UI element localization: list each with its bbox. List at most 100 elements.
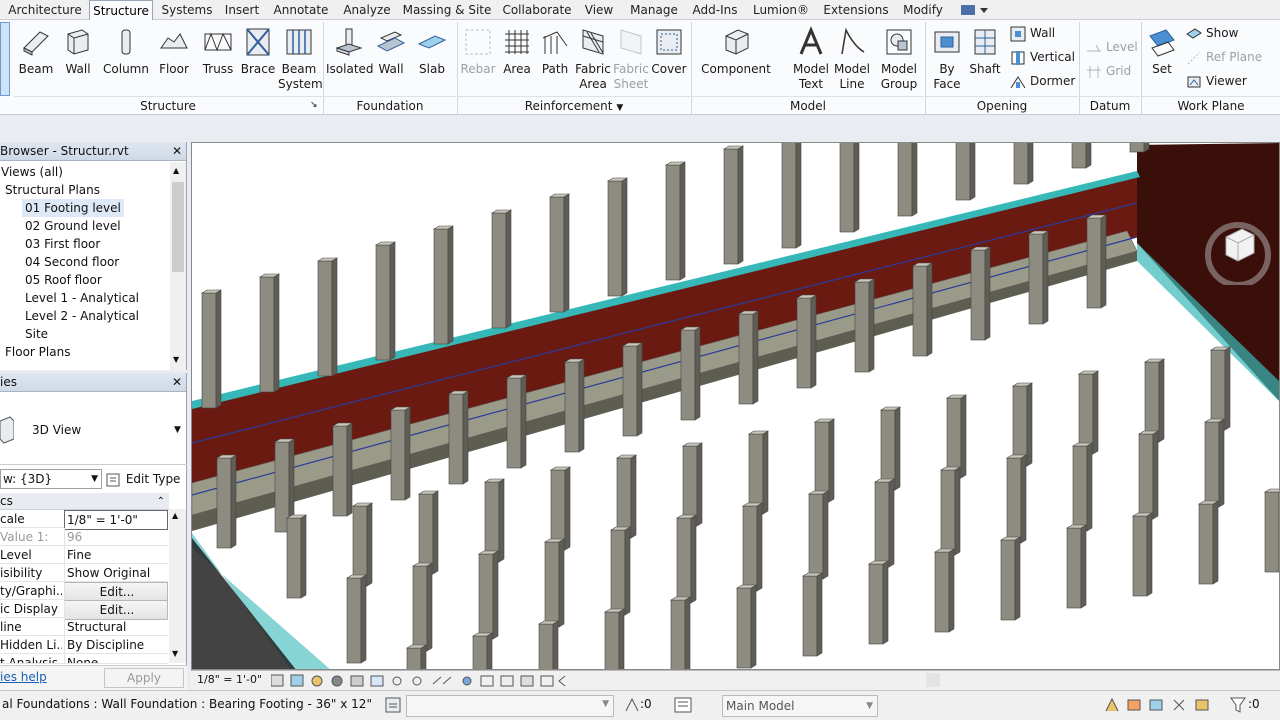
model-text-button[interactable]: Model Text: [790, 20, 832, 98]
structural-column[interactable]: [879, 406, 902, 491]
structural-column[interactable]: [897, 143, 918, 217]
structural-column[interactable]: [933, 548, 956, 633]
modify-button[interactable]: [0, 22, 10, 96]
close-icon[interactable]: ✕: [172, 142, 182, 160]
structural-column[interactable]: [1011, 382, 1034, 467]
3d-viewport[interactable]: [191, 142, 1280, 670]
structural-column[interactable]: [331, 422, 354, 517]
structural-column[interactable]: [1085, 214, 1108, 309]
tree-item-level-2-analytical[interactable]: Level 2 - Analytical: [25, 307, 139, 325]
tab-collaborate[interactable]: Collaborate: [501, 0, 573, 21]
structural-column[interactable]: [548, 193, 571, 313]
structural-column[interactable]: [374, 241, 397, 361]
structural-column[interactable]: [215, 454, 238, 549]
tree-item-first-floor[interactable]: 03 First floor: [25, 235, 100, 253]
structural-column[interactable]: [853, 278, 876, 373]
structural-column[interactable]: [1071, 442, 1094, 532]
truss-button[interactable]: Truss: [198, 20, 238, 98]
structural-column[interactable]: [1065, 524, 1088, 609]
structural-column[interactable]: [606, 177, 629, 297]
show-work-plane-button[interactable]: Show: [1186, 22, 1238, 44]
graphic-display-edit-button[interactable]: Edit...: [64, 600, 168, 620]
structural-column[interactable]: [735, 584, 758, 669]
structural-column[interactable]: [411, 562, 434, 652]
structural-column[interactable]: [1013, 143, 1034, 185]
tree-views-all[interactable]: Views (all): [1, 163, 63, 181]
fabric-area-button[interactable]: Fabric Area: [574, 20, 612, 98]
structural-column[interactable]: [549, 466, 572, 551]
set-work-plane-button[interactable]: Set: [1144, 20, 1180, 98]
tree-item-ground-level[interactable]: 02 Ground level: [25, 217, 121, 235]
structural-column[interactable]: [621, 342, 644, 437]
structural-column[interactable]: [1005, 454, 1028, 544]
slab-button[interactable]: Slab: [412, 20, 452, 98]
hscroll-thumb[interactable]: [926, 673, 940, 687]
view-instance-select[interactable]: w: {3D} ▼: [0, 469, 102, 489]
hidden-lines-field[interactable]: By Discipline: [64, 636, 168, 654]
structural-column[interactable]: [679, 326, 702, 421]
structural-column[interactable]: [543, 538, 566, 628]
structural-column[interactable]: [615, 454, 638, 539]
structural-column[interactable]: [505, 374, 528, 469]
tree-structural-plans[interactable]: Structural Plans: [5, 181, 100, 199]
structural-column[interactable]: [603, 608, 626, 670]
tab-insert[interactable]: Insert: [222, 0, 262, 21]
structural-column[interactable]: [807, 490, 830, 580]
detail-level-field[interactable]: Fine: [64, 546, 168, 564]
structural-column[interactable]: [405, 644, 428, 670]
collapse-icon[interactable]: ⌃: [157, 493, 165, 510]
ribbon-display-toggle[interactable]: [958, 3, 998, 17]
tab-manage[interactable]: Manage: [628, 0, 680, 21]
tab-extensions[interactable]: Extensions: [823, 0, 889, 21]
structural-column[interactable]: [741, 502, 764, 592]
structural-column[interactable]: [839, 143, 860, 233]
selection-toggle-icons[interactable]: [1104, 697, 1224, 713]
scroll-up-icon[interactable]: ▲: [172, 511, 178, 520]
analysis-field[interactable]: None: [64, 654, 168, 663]
vg-edit-button[interactable]: Edit...: [64, 582, 168, 602]
type-selector[interactable]: 3D View ▼: [0, 395, 187, 465]
tree-item-second-floor[interactable]: 04 Second floor: [25, 253, 119, 271]
structural-column[interactable]: [1131, 512, 1154, 597]
structural-column[interactable]: [1143, 358, 1166, 443]
ref-plane-button[interactable]: Ref Plane: [1186, 46, 1262, 68]
tree-item-footing-level[interactable]: 01 Footing level: [22, 199, 124, 217]
wall-foundation-button[interactable]: Wall: [372, 20, 410, 98]
structural-column[interactable]: [1077, 370, 1100, 455]
tab-view[interactable]: View: [583, 0, 615, 21]
structural-column[interactable]: [867, 560, 890, 645]
viewer-button[interactable]: Viewer: [1186, 70, 1247, 92]
design-option-select[interactable]: Main Model ▼: [722, 695, 878, 717]
tab-analyze[interactable]: Analyze: [340, 0, 394, 21]
graphics-section-header[interactable]: cs ⌃: [0, 493, 169, 510]
floor-button[interactable]: Floor: [154, 20, 194, 98]
workset-dropdown[interactable]: ▼: [406, 695, 614, 717]
component-button[interactable]: Component: [694, 20, 778, 98]
structural-column[interactable]: [675, 514, 698, 604]
view-controls-toolbar-icon[interactable]: [270, 674, 571, 688]
structural-column[interactable]: [873, 478, 896, 568]
rebar-button[interactable]: Rebar: [460, 20, 496, 98]
vertical-opening-button[interactable]: Vertical: [1010, 46, 1075, 68]
structural-column[interactable]: [609, 526, 632, 616]
column-button[interactable]: Column: [100, 20, 152, 98]
structural-column[interactable]: [669, 596, 692, 670]
structural-column[interactable]: [1197, 500, 1220, 585]
structural-column[interactable]: [200, 289, 223, 409]
structural-column[interactable]: [911, 262, 934, 357]
structural-column[interactable]: [747, 430, 770, 515]
structural-column[interactable]: [737, 310, 760, 405]
tab-add-ins[interactable]: Add-Ins: [691, 0, 739, 21]
scroll-down-icon[interactable]: ▼: [172, 649, 178, 658]
close-icon[interactable]: ✕: [172, 373, 182, 391]
structural-column[interactable]: [447, 390, 470, 485]
tab-massing-site[interactable]: Massing & Site: [402, 0, 492, 21]
structural-column[interactable]: [483, 478, 506, 563]
scroll-thumb[interactable]: [172, 182, 184, 272]
structural-column[interactable]: [417, 490, 440, 575]
wall-button[interactable]: Wall: [58, 20, 98, 98]
properties-help-link[interactable]: ies help: [0, 670, 47, 684]
structural-column[interactable]: [801, 572, 824, 657]
tab-modify[interactable]: Modify: [900, 0, 946, 21]
apply-button[interactable]: Apply: [104, 668, 184, 688]
